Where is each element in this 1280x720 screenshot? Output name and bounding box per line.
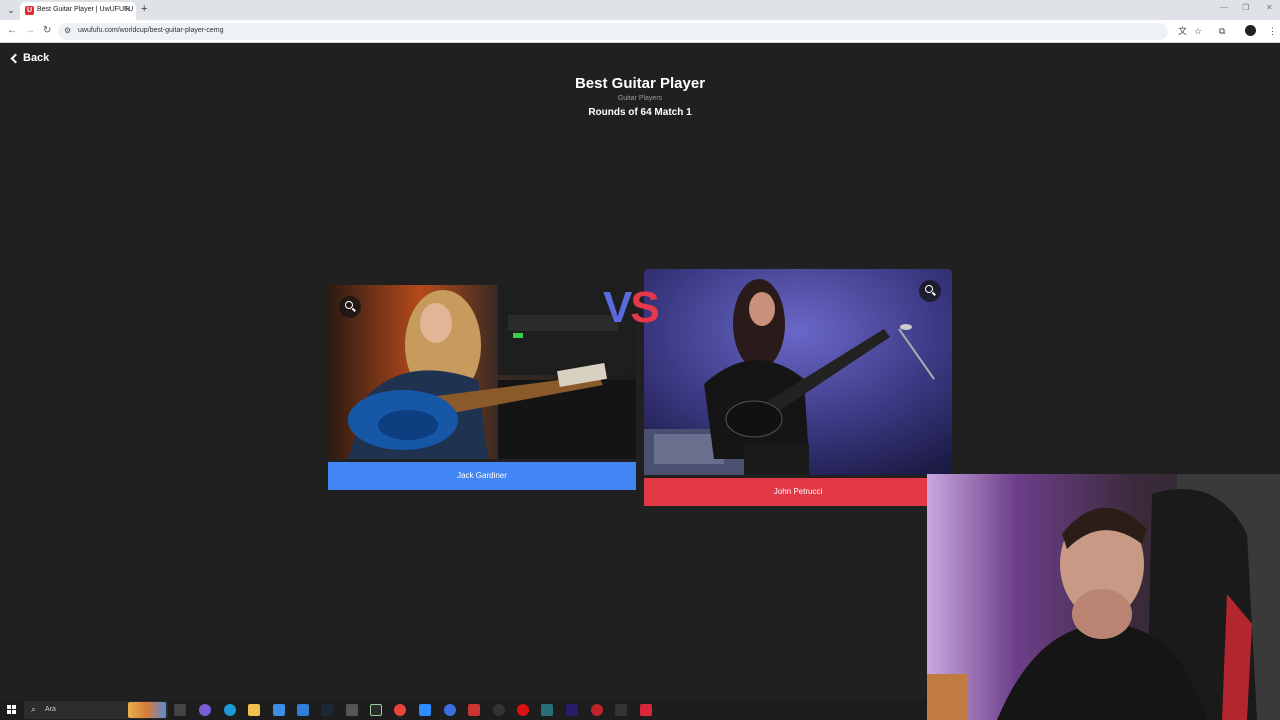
chevron-left-icon [10,53,21,63]
vpn-icon[interactable] [444,704,456,716]
store-icon[interactable] [273,704,285,716]
file-explorer-icon[interactable] [248,704,260,716]
candidate-button-left[interactable]: Jack Gardiner [328,462,636,490]
search-icon: ⌕ [31,704,37,714]
chrome-icon[interactable] [394,704,406,716]
browser-menu-icon[interactable]: ⋮ [1268,25,1277,37]
app-icon[interactable] [370,704,382,716]
vs-letter-s: S [630,283,659,332]
app-icon[interactable] [591,704,603,716]
app-icon[interactable] [493,704,505,716]
bookmark-star-icon[interactable]: ☆ [1194,25,1202,37]
copilot-icon[interactable] [199,704,211,716]
edge-icon[interactable] [224,704,236,716]
reload-icon[interactable]: ↻ [43,24,51,38]
zoom-icon[interactable] [919,280,941,302]
back-label: Back [23,52,50,64]
browser-tab[interactable]: U Best Guitar Player | UwUFUFU ✕ [20,2,136,20]
app-icon[interactable] [468,704,480,716]
minimize-icon[interactable]: — [1220,3,1228,12]
vs-letter-v: V [603,283,632,332]
tab-title: Best Guitar Player | UwUFUFU [37,6,134,13]
vs-badge: VS [603,283,660,333]
taskbar: ⌕ Ara [0,700,927,720]
steam-icon[interactable] [321,704,333,716]
translate-icon[interactable]: 文 [1178,25,1187,37]
zoom-app-icon[interactable] [419,704,431,716]
close-window-icon[interactable]: ✕ [1266,3,1273,12]
mail-icon[interactable] [297,704,309,716]
browser-tab-strip: ⌄ U Best Guitar Player | UwUFUFU ✕ + — ❐… [0,0,1280,20]
app-icon[interactable] [640,704,652,716]
app-icon[interactable] [615,704,627,716]
search-placeholder: Ara [45,706,56,713]
candidate-button-right[interactable]: John Petrucci [644,478,952,506]
profile-avatar[interactable] [1245,25,1256,36]
omnibox[interactable]: ⚙ uwufufu.com/worldcup/best-guitar-playe… [58,23,1168,40]
forward-arrow-icon[interactable]: → [25,24,35,38]
windows-start-icon[interactable] [7,705,17,715]
app-icon[interactable] [346,704,358,716]
address-bar: ← → ↻ ⚙ uwufufu.com/worldcup/best-guitar… [0,20,1280,43]
new-tab-icon[interactable]: + [141,3,147,15]
back-button[interactable]: Back [10,52,49,64]
taskbar-search[interactable]: ⌕ Ara [24,701,168,719]
premiere-icon[interactable] [566,704,578,716]
extensions-icon[interactable]: ⧉ [1219,25,1225,37]
page-subtitle: Guitar Players [617,95,663,102]
zoom-icon[interactable] [339,296,361,318]
back-arrow-icon[interactable]: ← [7,24,17,38]
tab-search-icon[interactable]: ⌄ [4,3,18,17]
round-indicator: Rounds of 64 Match 1 [588,107,692,118]
url-text[interactable]: uwufufu.com/worldcup/best-guitar-player-… [78,27,224,34]
site-info-icon[interactable]: ⚙ [64,26,71,35]
favicon-icon: U [25,6,34,15]
page-title: Best Guitar Player [574,75,706,92]
restore-icon[interactable]: ❐ [1242,3,1249,12]
candidate-photo-left[interactable] [328,285,636,459]
webcam-overlay [927,474,1280,720]
task-view-icon[interactable] [174,704,186,716]
search-highlight-image [128,702,166,718]
candidate-photo-right[interactable] [644,269,952,475]
opera-icon[interactable] [517,704,529,716]
app-icon[interactable] [541,704,553,716]
tab-close-icon[interactable]: ✕ [124,5,131,14]
